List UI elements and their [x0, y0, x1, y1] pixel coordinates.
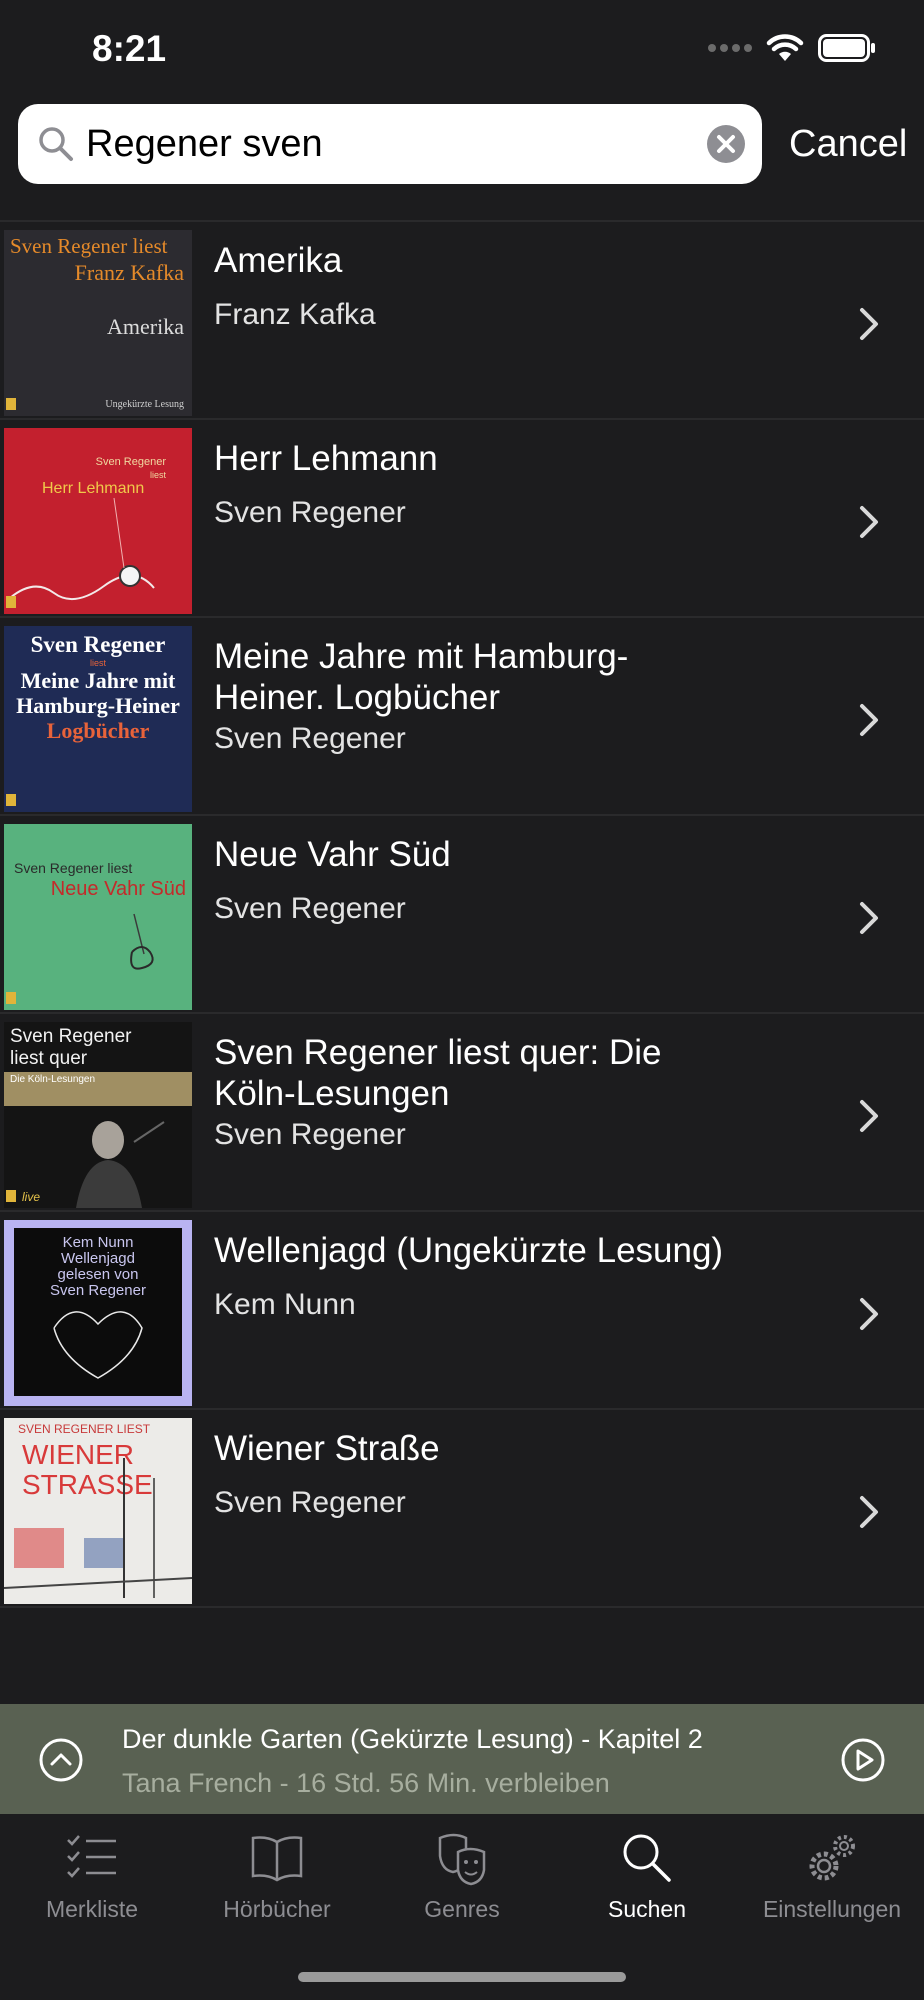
publisher-logo	[6, 398, 16, 410]
cover-text: liest	[89, 658, 106, 668]
book-icon	[251, 1836, 303, 1882]
cover-text: Meine Jahre mit	[20, 668, 176, 693]
play-icon[interactable]	[840, 1737, 886, 1783]
search-row: Regener sven Cancel	[0, 104, 924, 186]
book-title: Wiener Straße	[214, 1429, 440, 1468]
mini-player[interactable]: Der dunkle Garten (Gekürzte Lesung) - Ka…	[0, 1704, 924, 1814]
cellular-signal-icon	[708, 44, 752, 52]
tab-einstellungen[interactable]: Einstellungen	[740, 1816, 924, 1936]
tab-hoerbuecher[interactable]: Hörbücher	[185, 1816, 369, 1936]
tab-label: Einstellungen	[762, 1896, 902, 1922]
chevron-right-icon	[860, 506, 878, 538]
book-title: Meine Jahre mit Hamburg-Heiner. Logbüche…	[214, 637, 629, 717]
cover-text: Sven Regener liest	[10, 234, 168, 258]
tab-label: Merkliste	[45, 1896, 138, 1922]
book-author: Sven Regener	[214, 1486, 406, 1519]
now-playing-subtitle: Tana French - 16 Std. 56 Min. verbleiben	[122, 1768, 610, 1798]
book-title: Amerika	[214, 241, 343, 280]
cover-art: Sven Regener liest Neue Vahr Süd	[4, 824, 192, 1010]
list-item[interactable]: Sven Regener liest Franz Kafka Amerika U…	[0, 222, 924, 420]
chevron-right-icon	[860, 308, 878, 340]
gears-icon	[809, 1835, 855, 1881]
cover-illustration	[130, 913, 154, 970]
cancel-button[interactable]: Cancel	[789, 104, 907, 184]
tab-suchen[interactable]: Suchen	[555, 1816, 739, 1936]
now-playing-title: Der dunkle Garten (Gekürzte Lesung) - Ka…	[122, 1724, 703, 1754]
book-title: Sven Regener liest quer: Die Köln-Lesung…	[214, 1033, 662, 1113]
publisher-logo	[6, 794, 16, 806]
list-item[interactable]: Sven Regener liest Herr Lehmann Herr Leh…	[0, 420, 924, 618]
cover-text: live	[22, 1190, 41, 1204]
status-bar: 8:21	[0, 0, 924, 100]
checklist-icon	[67, 1835, 116, 1878]
book-author: Sven Regener	[214, 1118, 406, 1151]
status-icons	[708, 34, 876, 62]
chevron-right-icon	[860, 1298, 878, 1330]
search-query[interactable]: Regener sven	[86, 104, 323, 184]
wifi-icon	[766, 34, 804, 61]
cover-art: Sven Regener liest Franz Kafka Amerika U…	[4, 230, 192, 416]
tab-genres[interactable]: Genres	[370, 1816, 554, 1936]
tab-label: Hörbücher	[223, 1896, 331, 1922]
cover-text: Ungekürzte Lesung	[105, 399, 184, 410]
book-author: Sven Regener	[214, 496, 406, 529]
cover-text: Amerika	[107, 314, 184, 339]
list-item[interactable]: Sven Regener liest Meine Jahre mit Hambu…	[0, 618, 924, 816]
clear-icon[interactable]	[706, 124, 746, 164]
list-item[interactable]: Kem Nunn Wellenjagd gelesen von Sven Reg…	[0, 1212, 924, 1410]
tab-label: Genres	[424, 1896, 500, 1922]
book-title: Wellenjagd (Ungekürzte Lesung)	[214, 1231, 724, 1270]
book-author: Kem Nunn	[214, 1288, 356, 1321]
publisher-logo	[6, 992, 16, 1004]
book-title: Herr Lehmann	[214, 439, 438, 478]
chevron-right-icon	[860, 902, 878, 934]
cover-art: Sven Regener liest Herr Lehmann	[4, 428, 192, 614]
home-indicator[interactable]	[298, 1972, 626, 1982]
cover-art: Kem Nunn Wellenjagd gelesen von Sven Reg…	[4, 1220, 192, 1406]
search-icon	[623, 1834, 671, 1882]
list-item[interactable]: Sven Regener liest Neue Vahr Süd Neue Va…	[0, 816, 924, 1014]
chevron-up-icon[interactable]	[38, 1737, 84, 1783]
status-time: 8:21	[92, 28, 167, 69]
cover-text: Sven Regener	[30, 632, 166, 657]
cover-inner: Kem Nunn Wellenjagd gelesen von Sven Reg…	[14, 1228, 182, 1396]
cover-text: Franz Kafka	[74, 260, 184, 285]
book-author: Franz Kafka	[214, 298, 376, 331]
cover-text: Logbücher	[46, 718, 150, 743]
theater-masks-icon	[438, 1833, 486, 1886]
tab-label: Suchen	[607, 1896, 686, 1922]
cover-illustration	[53, 1311, 143, 1379]
cover-illustration	[4, 1458, 192, 1598]
results-list: Sven Regener liest Franz Kafka Amerika U…	[0, 220, 924, 1608]
book-author: Sven Regener	[214, 892, 406, 925]
cover-illustration	[76, 1121, 165, 1208]
chevron-right-icon	[860, 1496, 878, 1528]
chevron-right-icon	[860, 704, 878, 736]
search-input[interactable]: Regener sven	[18, 104, 762, 184]
list-item[interactable]: Sven Regener liest quer Die Köln-Lesunge…	[0, 1014, 924, 1212]
cover-art: Sven Regener liest Meine Jahre mit Hambu…	[4, 626, 192, 812]
book-title: Neue Vahr Süd	[214, 835, 451, 874]
book-author: Sven Regener	[214, 722, 406, 755]
search-icon	[39, 127, 73, 161]
list-item[interactable]: SVEN REGENER LIEST WIENER STRASSE Wiener…	[0, 1410, 924, 1608]
cover-art: Sven Regener liest quer Die Köln-Lesunge…	[4, 1022, 192, 1208]
publisher-logo	[6, 1190, 16, 1202]
chevron-right-icon	[860, 1100, 878, 1132]
battery-icon	[818, 34, 875, 62]
cover-illustration	[9, 497, 155, 601]
cover-text: Hamburg-Heiner	[16, 693, 180, 718]
publisher-logo	[6, 596, 16, 608]
cover-art: SVEN REGENER LIEST WIENER STRASSE	[4, 1418, 192, 1604]
tab-merkliste[interactable]: Merkliste	[0, 1816, 184, 1936]
